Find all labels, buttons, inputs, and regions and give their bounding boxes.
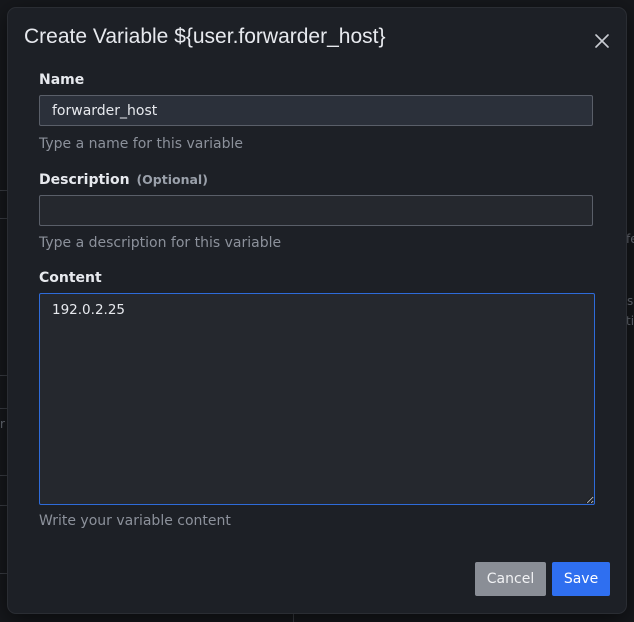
content-textarea[interactable]: 192.0.2.25 [39, 293, 595, 505]
background-divider [0, 408, 8, 409]
create-variable-dialog: Create Variable ${user.forwarder_host} N… [8, 8, 626, 613]
background-divider [0, 218, 8, 219]
name-helper: Type a name for this variable [39, 136, 243, 152]
cancel-button[interactable]: Cancel [475, 562, 546, 596]
description-helper: Type a description for this variable [39, 235, 282, 251]
close-icon [595, 34, 609, 48]
content-helper: Write your variable content [39, 513, 231, 529]
background-divider [0, 375, 8, 376]
background-text: ti [626, 314, 634, 328]
description-label: Description (Optional) [39, 172, 208, 188]
background-divider [0, 475, 8, 476]
description-label-text: Description [39, 172, 130, 188]
background-text: r [0, 417, 5, 431]
content-label: Content [39, 270, 102, 286]
optional-tag: (Optional) [136, 172, 208, 187]
background-divider [0, 505, 8, 506]
name-input[interactable] [39, 95, 593, 126]
background-divider [0, 190, 8, 191]
name-label: Name [39, 72, 84, 88]
dialog-title: Create Variable ${user.forwarder_host} [24, 25, 386, 48]
description-input[interactable] [39, 195, 593, 226]
close-button[interactable] [591, 30, 613, 52]
background-divider [0, 573, 8, 574]
background-text: s [627, 294, 634, 308]
background-divider [293, 613, 294, 622]
save-button[interactable]: Save [552, 562, 610, 596]
content-label-text: Content [39, 270, 102, 286]
background-text: fe [626, 232, 634, 246]
name-label-text: Name [39, 72, 85, 88]
